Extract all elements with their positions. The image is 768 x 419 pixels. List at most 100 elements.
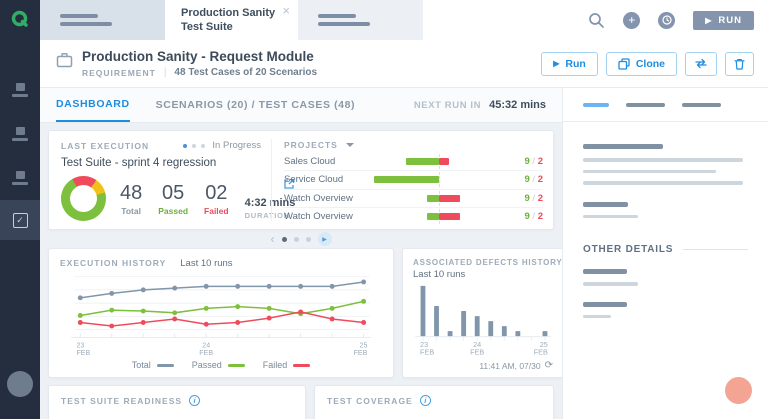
project-row[interactable]: Watch Overview 9 / 2 — [284, 207, 543, 225]
floating-action-button[interactable] — [725, 377, 752, 404]
avatar[interactable] — [7, 371, 33, 397]
stat-label: Total — [120, 206, 142, 216]
project-bar — [368, 158, 505, 165]
clock-glyph — [662, 15, 672, 25]
carousel-dot[interactable] — [294, 237, 299, 242]
trash-icon — [734, 58, 745, 70]
execution-stat-total: 48Total — [120, 182, 142, 216]
svg-text:23FEB: 23FEB — [420, 340, 434, 357]
sidebar-item-3[interactable] — [0, 156, 40, 200]
project-row[interactable]: Watch Overview 9 / 2 — [284, 189, 543, 207]
page-title: Production Sanity - Request Module — [82, 49, 317, 64]
app-logo[interactable] — [0, 0, 40, 40]
tab-production-sanity[interactable]: Production Sanity Test Suite × — [165, 0, 298, 40]
clone-button[interactable]: Clone — [606, 52, 677, 76]
nav-placeholder-icon — [12, 171, 28, 185]
progress-dot — [183, 144, 187, 148]
details-tab[interactable] — [626, 103, 665, 107]
carousel-play-icon[interactable]: ▶ — [318, 232, 332, 246]
search-icon[interactable] — [588, 12, 605, 29]
play-icon: ▶ — [553, 59, 559, 68]
placeholder-text-bar — [583, 215, 638, 219]
sidebar-item-1[interactable] — [0, 68, 40, 112]
passed-bar — [427, 195, 439, 202]
dashboard-content: DASHBOARD SCENARIOS (20) / TEST CASES (4… — [40, 88, 562, 419]
chevron-down-icon — [346, 143, 354, 147]
tab-placeholder-lines — [318, 14, 370, 26]
project-name: Watch Overview — [284, 211, 368, 222]
defects-timestamp: 11:41 AM, 07/30 — [479, 361, 540, 371]
carousel-dot[interactable] — [306, 237, 311, 242]
placeholder-text-bar — [583, 170, 716, 174]
project-counts: 9 / 2 — [505, 211, 543, 222]
run-button-global[interactable]: ▶ RUN — [693, 11, 754, 30]
next-run-label: NEXT RUN IN — [414, 100, 481, 111]
projects-panel: PROJECTS Sales Cloud9 / 2Service Cloud9 … — [272, 131, 553, 229]
carousel-controls: ‹ ▶ — [48, 230, 554, 248]
briefcase-icon — [56, 52, 73, 68]
project-counts: 9 / 2 — [505, 193, 543, 204]
clock-icon[interactable] — [658, 12, 675, 29]
info-icon[interactable]: i — [189, 395, 200, 406]
project-row[interactable]: Service Cloud9 / 2 — [284, 170, 543, 188]
header-actions: ▶ Run Clone — [541, 52, 754, 76]
placeholder-text-bar — [583, 315, 611, 319]
carousel-dot-active[interactable] — [282, 237, 287, 242]
project-row[interactable]: Sales Cloud9 / 2 — [284, 153, 543, 170]
app-window: Production Sanity Test Suite × + — [0, 0, 768, 419]
details-tab[interactable] — [682, 103, 721, 107]
test-suite-readiness-card: TEST SUITE READINESS i — [48, 385, 306, 419]
carousel-prev-icon[interactable]: ‹ — [271, 233, 275, 245]
svg-text:24FEB: 24FEB — [470, 340, 484, 357]
legend-label: Passed — [192, 360, 222, 370]
nav-placeholder-icon — [12, 127, 28, 141]
test-coverage-card: TEST COVERAGE i — [314, 385, 554, 419]
legend-item-failed: Failed — [263, 360, 311, 370]
project-name: Watch Overview — [284, 193, 368, 204]
defects-heading: ASSOCIATED DEFECTS HISTORY — [413, 258, 553, 267]
legend-item-passed: Passed — [192, 360, 245, 370]
section-tabs: DASHBOARD SCENARIOS (20) / TEST CASES (4… — [40, 88, 562, 123]
projects-dropdown[interactable]: PROJECTS — [284, 140, 543, 150]
status-badge: In Progress — [183, 140, 261, 151]
project-counts: 9 / 2 — [505, 156, 543, 167]
placeholder-text-bar — [583, 282, 638, 286]
close-icon[interactable]: × — [282, 4, 290, 17]
stat-label: Failed — [204, 206, 229, 216]
legend-label: Failed — [263, 360, 288, 370]
tab-placeholder-1[interactable] — [40, 0, 165, 40]
project-name: Service Cloud — [284, 174, 368, 185]
sidebar-item-2[interactable] — [0, 112, 40, 156]
topbar: Production Sanity Test Suite × + — [0, 0, 768, 40]
tab-dashboard[interactable]: DASHBOARD — [56, 88, 130, 122]
placeholder-text-bar — [583, 181, 743, 185]
subtitle-separator: | — [164, 67, 167, 78]
chart-legend: TotalPassedFailed — [60, 358, 382, 373]
execution-stat-failed: 02Failed — [204, 182, 229, 216]
execution-stat-passed: 05Passed — [158, 182, 188, 216]
bar-axis — [439, 172, 440, 187]
readiness-heading: TEST SUITE READINESS — [61, 396, 182, 406]
placeholder-heading-bar — [583, 302, 627, 307]
add-icon[interactable]: + — [623, 12, 640, 29]
passed-bar — [374, 176, 440, 183]
run-button[interactable]: ▶ Run — [541, 52, 598, 76]
execution-history-subtitle: Last 10 runs — [180, 258, 232, 269]
sidebar-item-test-suites[interactable]: ✓ — [0, 200, 40, 240]
info-icon[interactable]: i — [420, 395, 431, 406]
details-tab-active[interactable] — [583, 103, 609, 107]
execution-history-card: EXECUTION HISTORY Last 10 runs 23FEB24FE… — [48, 248, 394, 378]
svg-text:25FEB: 25FEB — [354, 342, 368, 358]
defects-history-card: ASSOCIATED DEFECTS HISTORY Last 10 runs … — [402, 248, 562, 378]
delete-button[interactable] — [725, 52, 754, 76]
schedule-button[interactable] — [685, 52, 717, 76]
clone-icon — [618, 58, 630, 70]
tab-placeholder-2[interactable] — [298, 0, 423, 40]
tab-scenarios-testcases[interactable]: SCENARIOS (20) / TEST CASES (48) — [156, 88, 355, 122]
divider — [683, 249, 748, 250]
refresh-icon[interactable]: ⟳ — [545, 361, 553, 371]
defects-subtitle: Last 10 runs — [413, 269, 553, 280]
repeat-icon — [694, 58, 708, 69]
left-sidebar: ✓ — [0, 40, 40, 419]
placeholder-heading-bar — [583, 202, 628, 207]
